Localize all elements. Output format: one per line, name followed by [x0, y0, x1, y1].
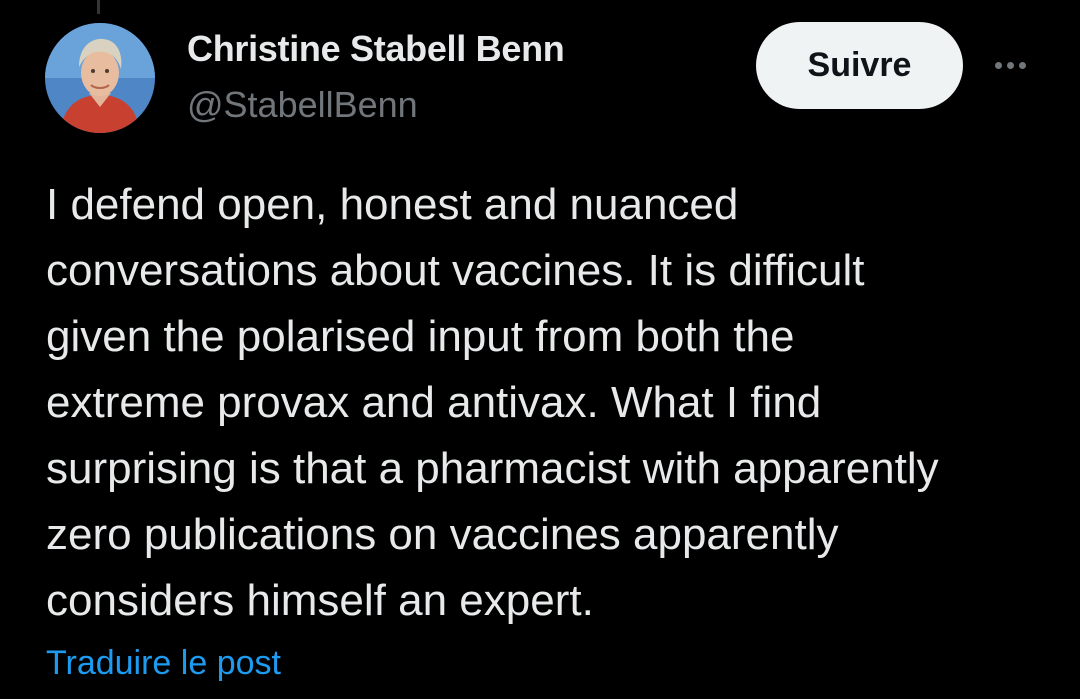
tweet-text-line: I defend open, honest and nuanced [46, 180, 739, 229]
thread-connector-line [97, 0, 100, 14]
tweet-text-line: considers himself an expert. [46, 576, 594, 625]
more-horizontal-icon-dot [1018, 61, 1026, 69]
tweet-text-line: conversations about vaccines. It is diff… [46, 246, 865, 295]
tweet-text: I defend open, honest and nuanced conver… [46, 172, 1066, 634]
avatar[interactable] [45, 23, 155, 133]
tweet-text-line: given the polarised input from both the [46, 312, 795, 361]
translate-post-link[interactable]: Traduire le post [46, 644, 281, 683]
follow-button[interactable]: Suivre [756, 22, 963, 109]
more-options-button[interactable] [986, 50, 1034, 80]
author-display-name[interactable]: Christine Stabell Benn [187, 28, 565, 70]
tweet-text-line: extreme provax and antivax. What I find [46, 378, 822, 427]
more-horizontal-icon-dot [1006, 61, 1014, 69]
author-handle[interactable]: @StabellBenn [187, 84, 418, 126]
tweet-text-line: zero publications on vaccines apparently [46, 510, 839, 559]
more-horizontal-icon [994, 61, 1002, 69]
avatar-photo [45, 23, 155, 133]
tweet-text-line: surprising is that a pharmacist with app… [46, 444, 939, 493]
